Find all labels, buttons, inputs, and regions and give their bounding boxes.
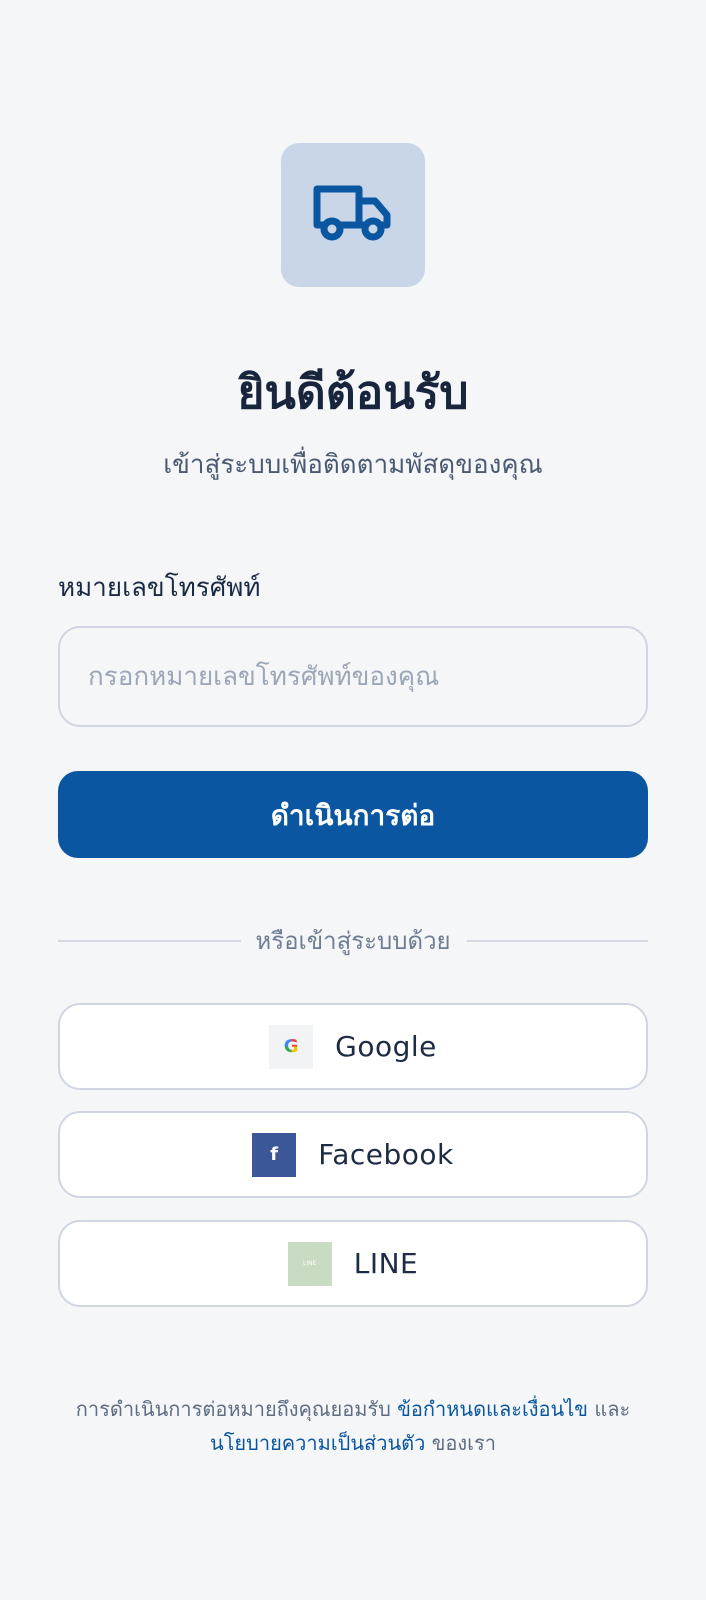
privacy-link[interactable]: นโยบายความเป็นส่วนตัว	[210, 1431, 425, 1455]
facebook-label: Facebook	[318, 1138, 454, 1171]
google-login-button[interactable]: G Google	[58, 1003, 648, 1090]
continue-button[interactable]: ดำเนินการต่อ	[58, 771, 648, 858]
legal-notice: การดำเนินการต่อหมายถึงคุณยอมรับ ข้อกำหนด…	[40, 1392, 666, 1460]
legal-prefix: การดำเนินการต่อหมายถึงคุณยอมรับ	[75, 1397, 391, 1421]
divider: หรือเข้าสู่ระบบด้วย	[58, 919, 648, 963]
google-icon: G	[269, 1024, 314, 1069]
facebook-icon: f	[252, 1132, 297, 1177]
page-subtitle: เข้าสู่ระบบเพื่อติดตามพัสดุของคุณ	[163, 450, 543, 480]
line-label: LINE	[353, 1247, 419, 1280]
terms-link[interactable]: ข้อกำหนดและเงื่อนไข	[397, 1397, 588, 1421]
app-logo	[281, 143, 425, 287]
facebook-login-button[interactable]: f Facebook	[58, 1111, 648, 1198]
legal-suffix: ของเรา	[431, 1431, 496, 1455]
truck-icon	[313, 185, 391, 241]
legal-conjunction: และ	[594, 1397, 631, 1421]
line-login-button[interactable]: LINE LINE	[58, 1220, 648, 1307]
divider-line-right	[467, 940, 648, 942]
line-icon: LINE	[287, 1241, 332, 1286]
page-title: ยินดีต้อนรับ	[237, 365, 469, 419]
google-label: Google	[335, 1030, 437, 1063]
phone-input[interactable]	[58, 626, 648, 727]
phone-label: หมายเลขโทรศัพท์	[58, 573, 261, 603]
